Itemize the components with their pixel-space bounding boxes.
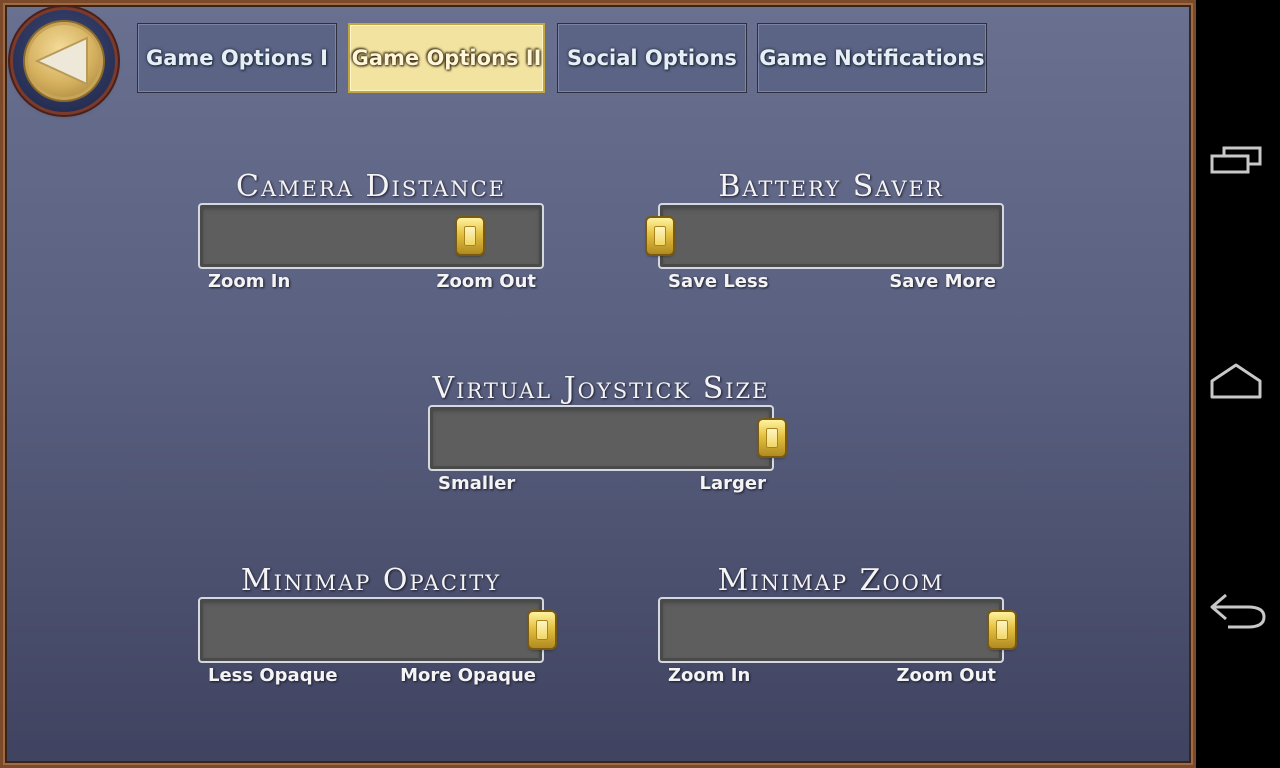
android-navigation-bar bbox=[1196, 0, 1280, 768]
virtual-joystick-size-slider-thumb[interactable] bbox=[759, 420, 785, 456]
minimap-opacity-max-label: More Opaque bbox=[400, 665, 536, 686]
back-arrow-icon bbox=[34, 36, 88, 86]
tab-game-notifications[interactable]: Game Notifications bbox=[757, 23, 987, 93]
battery-saver-max-label: Save More bbox=[889, 271, 996, 292]
recent-apps-button[interactable] bbox=[1196, 115, 1280, 205]
virtual-joystick-size-title: Virtual Joystick Size bbox=[432, 371, 770, 406]
system-back-icon bbox=[1210, 593, 1266, 629]
tab-game-options-2[interactable]: Game Options II bbox=[348, 23, 545, 93]
tab-social-options[interactable]: Social Options bbox=[557, 23, 747, 93]
back-button[interactable] bbox=[13, 10, 115, 112]
minimap-opacity-slider[interactable] bbox=[198, 597, 555, 663]
tab-game-options-1[interactable]: Game Options I bbox=[137, 23, 337, 93]
virtual-joystick-size-slider[interactable] bbox=[428, 405, 785, 471]
virtual-joystick-size-min-label: Smaller bbox=[438, 473, 516, 494]
minimap-zoom-slider-thumb[interactable] bbox=[989, 612, 1015, 648]
minimap-zoom-slider[interactable] bbox=[658, 597, 1015, 663]
battery-saver-slider[interactable] bbox=[647, 203, 1004, 269]
virtual-joystick-size-max-label: Larger bbox=[699, 473, 766, 494]
camera-distance-max-label: Zoom Out bbox=[436, 271, 536, 292]
battery-saver-slider-thumb[interactable] bbox=[647, 218, 673, 254]
camera-distance-slider[interactable] bbox=[198, 203, 544, 269]
system-back-button[interactable] bbox=[1196, 562, 1280, 652]
minimap-zoom-title: Minimap Zoom bbox=[717, 563, 945, 598]
camera-distance-min-label: Zoom In bbox=[208, 271, 291, 292]
battery-saver-title: Battery Saver bbox=[718, 169, 944, 204]
recent-apps-icon bbox=[1210, 146, 1262, 174]
home-icon bbox=[1210, 363, 1262, 399]
minimap-zoom-max-label: Zoom Out bbox=[896, 665, 996, 686]
game-settings-panel: Game Options I Game Options II Social Op… bbox=[0, 0, 1196, 768]
minimap-opacity-slider-thumb[interactable] bbox=[529, 612, 555, 648]
minimap-zoom-min-label: Zoom In bbox=[668, 665, 751, 686]
battery-saver-min-label: Save Less bbox=[668, 271, 769, 292]
home-button[interactable] bbox=[1196, 338, 1280, 428]
camera-distance-slider-thumb[interactable] bbox=[457, 218, 484, 254]
minimap-opacity-min-label: Less Opaque bbox=[208, 665, 338, 686]
camera-distance-title: Camera Distance bbox=[236, 169, 506, 204]
minimap-opacity-title: Minimap Opacity bbox=[240, 563, 502, 598]
